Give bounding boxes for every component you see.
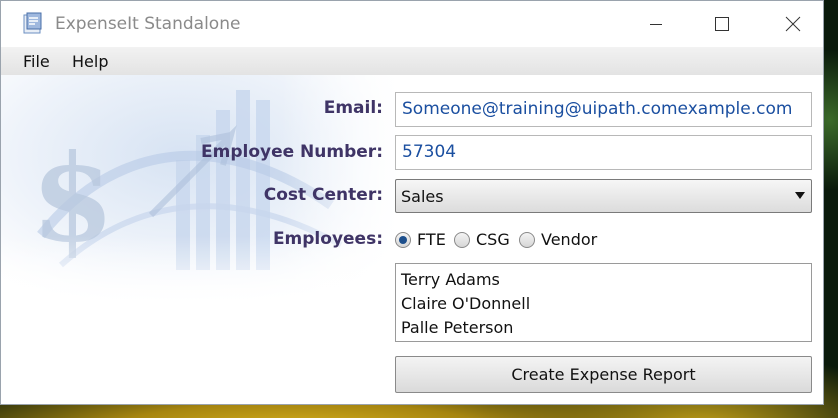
app-window: ExpenseIt Standalone File Help Email: So…: [0, 0, 824, 405]
radio-vendor-label: Vendor: [541, 230, 598, 249]
menu-help[interactable]: Help: [72, 52, 108, 71]
list-item[interactable]: Claire O'Donnell: [401, 292, 811, 316]
menu-bar: File Help: [1, 47, 823, 75]
radio-button[interactable]: [519, 231, 535, 248]
maximize-icon: [715, 17, 729, 31]
employees-label: Employees:: [272, 229, 383, 249]
maximize-button[interactable]: [693, 1, 751, 47]
employee-number-field[interactable]: 57304: [395, 135, 812, 170]
list-item[interactable]: Palle Peterson: [401, 316, 811, 340]
app-icon: [23, 12, 42, 34]
employee-listbox[interactable]: Terry Adams Claire O'Donnell Palle Peter…: [395, 263, 812, 342]
radio-fte-label: FTE: [417, 230, 446, 249]
email-field[interactable]: Someone@training@uipath.comexample.com: [395, 92, 812, 127]
radio-fte[interactable]: FTE: [395, 230, 446, 249]
radio-vendor[interactable]: Vendor: [519, 230, 597, 249]
window-title: ExpenseIt Standalone: [55, 14, 241, 34]
form-area: $ Email: Someone@training@uipath.comexam…: [1, 75, 823, 404]
minimize-button[interactable]: [627, 1, 685, 47]
cost-center-selected: Sales: [401, 187, 444, 206]
title-bar[interactable]: ExpenseIt Standalone: [1, 1, 823, 47]
employee-number-label: Employee Number:: [201, 142, 383, 162]
radio-button[interactable]: [454, 231, 470, 248]
minimize-icon: [650, 24, 662, 25]
close-icon: [785, 16, 801, 32]
create-expense-report-button[interactable]: Create Expense Report: [395, 356, 812, 393]
radio-button-checked[interactable]: [395, 231, 411, 248]
cost-center-dropdown[interactable]: Sales: [395, 179, 812, 213]
cost-center-label: Cost Center:: [263, 185, 383, 205]
email-label: Email:: [323, 98, 383, 118]
close-button[interactable]: [764, 1, 822, 47]
radio-csg-label: CSG: [476, 230, 510, 249]
list-item[interactable]: Terry Adams: [401, 268, 811, 292]
menu-file[interactable]: File: [23, 52, 50, 71]
chevron-down-icon: [795, 192, 805, 199]
radio-csg[interactable]: CSG: [454, 230, 510, 249]
